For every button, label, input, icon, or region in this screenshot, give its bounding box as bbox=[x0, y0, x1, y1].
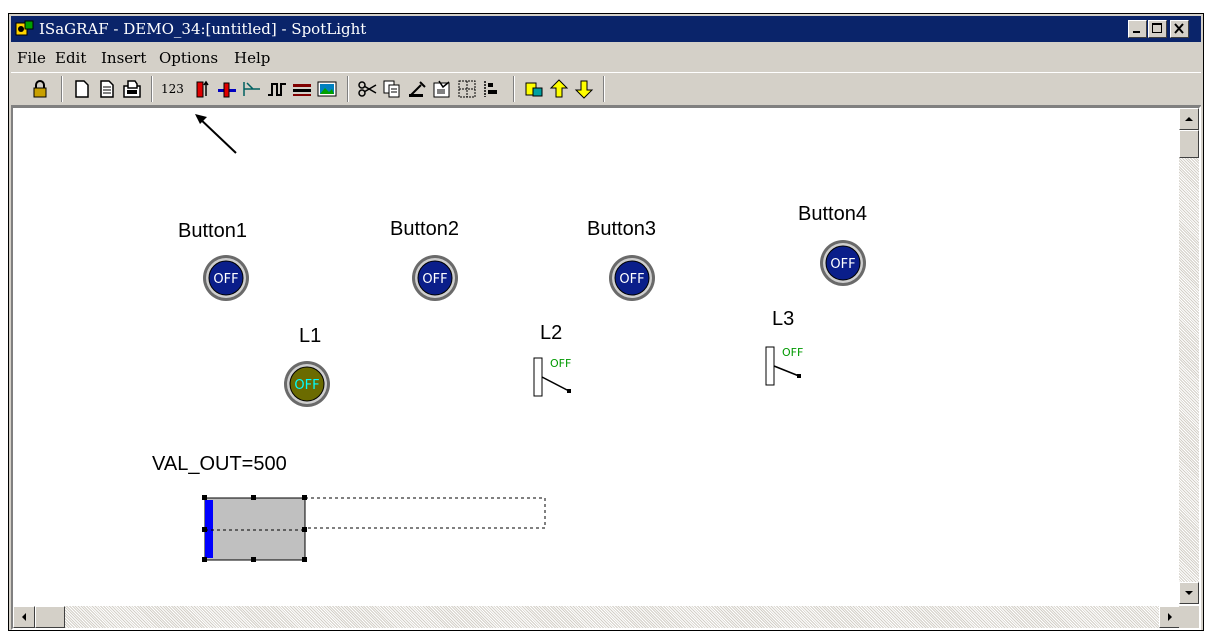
button4-label: Button4 bbox=[798, 203, 867, 225]
menu-options[interactable]: Options bbox=[159, 49, 218, 67]
annotation-arrow bbox=[195, 114, 237, 154]
new-icon[interactable] bbox=[71, 78, 93, 100]
button2-control[interactable]: OFF bbox=[411, 254, 459, 302]
menu-insert[interactable]: Insert bbox=[101, 49, 146, 67]
vertical-scroll-thumb[interactable] bbox=[1179, 130, 1199, 158]
lamp-l2-switch[interactable]: OFF bbox=[531, 354, 591, 402]
arrow-down-icon[interactable] bbox=[573, 78, 595, 100]
scroll-down-button[interactable] bbox=[1179, 582, 1199, 604]
number-display-icon[interactable]: 123 bbox=[161, 82, 187, 104]
colorbar-icon[interactable] bbox=[291, 78, 313, 100]
arrow-up-icon bbox=[1185, 117, 1193, 121]
switch-icon[interactable] bbox=[241, 78, 263, 100]
lamp-l2-state: OFF bbox=[550, 357, 571, 370]
button2-state: OFF bbox=[422, 272, 447, 287]
cut-icon[interactable] bbox=[356, 78, 378, 100]
val-out-bargraph[interactable] bbox=[193, 486, 563, 566]
button2-label: Button2 bbox=[390, 218, 459, 240]
window-title: ISaGRAF - DEMO_34:[untitled] - SpotLight bbox=[39, 20, 367, 38]
arrow-left-icon bbox=[22, 613, 26, 621]
link-icon[interactable] bbox=[523, 78, 545, 100]
menu-edit[interactable]: Edit bbox=[55, 49, 86, 67]
lamp-l1-indicator[interactable]: OFF bbox=[283, 360, 331, 408]
val-out-label: VAL_OUT=500 bbox=[152, 453, 287, 475]
arrow-right-icon bbox=[1168, 613, 1172, 621]
drawing-canvas[interactable]: Button1 OFF Button2 OFF Button3 OFF Butt… bbox=[13, 108, 1181, 604]
button3-control[interactable]: OFF bbox=[608, 254, 656, 302]
toolbar-separator bbox=[513, 76, 515, 102]
menu-bar: File Edit Insert Options Help bbox=[11, 44, 1201, 70]
close-button[interactable] bbox=[1170, 20, 1189, 38]
minimize-button[interactable] bbox=[1128, 20, 1147, 38]
minimize-icon bbox=[1133, 31, 1140, 33]
digital-icon[interactable] bbox=[266, 78, 288, 100]
save-icon[interactable] bbox=[121, 78, 143, 100]
arrow-up-icon[interactable] bbox=[548, 78, 570, 100]
lamp-l3-label: L3 bbox=[772, 308, 795, 330]
button4-control[interactable]: OFF bbox=[819, 239, 867, 287]
scroll-left-button[interactable] bbox=[13, 606, 35, 628]
isagraf-app-icon bbox=[15, 20, 34, 36]
toolbar: 123 bbox=[11, 72, 1201, 106]
maximize-icon bbox=[1152, 23, 1162, 33]
lock-icon[interactable] bbox=[29, 78, 51, 100]
vertical-scrollbar[interactable] bbox=[1179, 108, 1199, 604]
horizontal-scroll-thumb[interactable] bbox=[35, 606, 65, 628]
lamp-l1-state: OFF bbox=[294, 378, 319, 393]
maximize-button[interactable] bbox=[1148, 20, 1167, 38]
button1-state: OFF bbox=[213, 272, 238, 287]
toolbar-separator bbox=[61, 76, 63, 102]
lamp-l3-switch[interactable]: OFF bbox=[763, 343, 823, 391]
toolbar-separator bbox=[603, 76, 605, 102]
copy-icon[interactable] bbox=[381, 78, 403, 100]
arrow-down-icon bbox=[1185, 591, 1193, 595]
canvas-frame: Button1 OFF Button2 OFF Button3 OFF Butt… bbox=[11, 106, 1201, 630]
button4-state: OFF bbox=[830, 257, 855, 272]
horizontal-scrollbar[interactable] bbox=[13, 606, 1181, 628]
menu-file[interactable]: File bbox=[17, 49, 46, 67]
scroll-up-button[interactable] bbox=[1179, 108, 1199, 130]
grid-icon[interactable] bbox=[456, 78, 478, 100]
toolbar-separator bbox=[151, 76, 153, 102]
button3-state: OFF bbox=[619, 272, 644, 287]
scroll-corner bbox=[1179, 606, 1199, 628]
open-icon[interactable] bbox=[96, 78, 118, 100]
bar-icon[interactable] bbox=[191, 78, 213, 100]
application-window: ISaGRAF - DEMO_34:[untitled] - SpotLight… bbox=[8, 13, 1204, 631]
align-icon[interactable] bbox=[481, 78, 503, 100]
paste-icon[interactable] bbox=[406, 78, 428, 100]
title-bar[interactable]: ISaGRAF - DEMO_34:[untitled] - SpotLight bbox=[11, 16, 1201, 42]
button3-label: Button3 bbox=[587, 218, 656, 240]
lamp-l1-label: L1 bbox=[299, 325, 322, 347]
close-icon bbox=[1174, 23, 1184, 34]
lamp-l2-label: L2 bbox=[540, 322, 563, 344]
bitmap-icon[interactable] bbox=[316, 78, 338, 100]
menu-help[interactable]: Help bbox=[234, 49, 270, 67]
toolbar-separator bbox=[347, 76, 349, 102]
button1-control[interactable]: OFF bbox=[202, 254, 250, 302]
properties-icon[interactable] bbox=[431, 78, 453, 100]
slider-icon[interactable] bbox=[216, 78, 238, 100]
lamp-l3-state: OFF bbox=[782, 346, 803, 359]
scroll-right-button[interactable] bbox=[1159, 606, 1181, 628]
button1-label: Button1 bbox=[178, 220, 247, 242]
